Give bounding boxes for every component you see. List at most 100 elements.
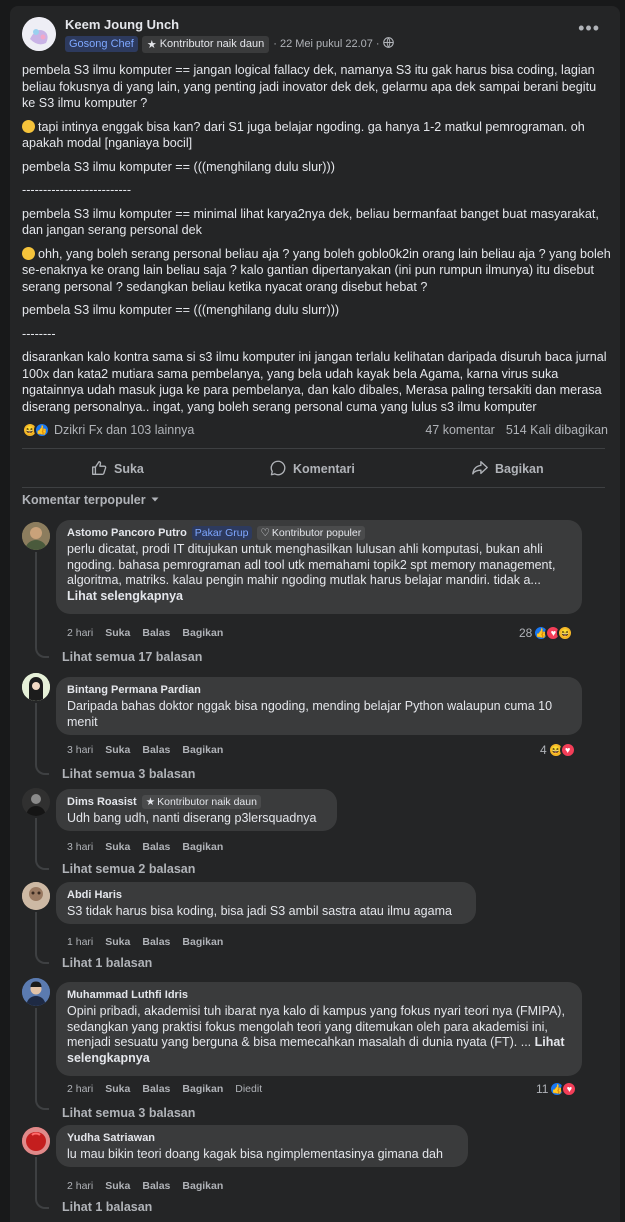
comments-count[interactable]: 47 komentar [425,423,494,437]
comment-time[interactable]: 2 hari [67,1180,93,1192]
comment-like-button[interactable]: Suka [105,744,130,756]
shares-count[interactable]: 514 Kali dibagikan [506,423,608,437]
comment-author-row: Dims Roasist ★ Kontributor naik daun [67,794,326,810]
thumbs-up-icon [90,459,108,480]
comment-author[interactable]: Abdi Haris [67,889,122,901]
comment-share-button[interactable]: Bagikan [182,1083,223,1095]
post-badges: Gosong Chef ★ Kontributor naik daun · 22… [65,35,394,53]
comment-reactions[interactable]: 11 👍 ♥ [536,1081,578,1097]
comment-time[interactable]: 2 hari [67,1083,93,1095]
see-more-link[interactable]: Lihat selengkapnya [67,589,183,603]
comment-reply-button[interactable]: Balas [142,936,170,948]
comment-author-row: Bintang Permana Pardian [67,682,571,698]
thread-line [35,703,49,775]
contributor-badge[interactable]: ★ Kontributor naik daun [141,35,270,53]
comment-share-button[interactable]: Bagikan [182,627,223,639]
comment-reply-button[interactable]: Balas [142,841,170,853]
thread-line [35,912,49,964]
contributor-badge[interactable]: ♡ Kontributor populer [256,526,366,540]
commenter-avatar[interactable] [22,673,50,701]
post-timestamp[interactable]: 22 Mei pukul 22.07 [280,38,373,50]
post-author-name[interactable]: Keem Joung Unch [65,17,179,32]
comment-author-row: Astomo Pancoro Putro Pakar Grup ♡ Kontri… [67,525,571,541]
comment-author[interactable]: Dims Roasist [67,796,137,808]
commenter-avatar[interactable] [22,1127,50,1155]
share-button[interactable]: Bagikan [471,457,544,481]
smile-emoji-icon [22,119,35,133]
comment-item: Muhammad Luthfi Idris Opini pribadi, aka… [10,974,620,1120]
group-role-badge[interactable]: Pakar Grup [191,526,252,540]
like-button[interactable]: Suka [90,457,144,481]
comment-share-button[interactable]: Bagikan [182,1180,223,1192]
contributor-badge[interactable]: ★ Kontributor naik daun [141,795,261,809]
post-meta: · 22 Mei pukul 22.07 · [273,37,394,51]
comment-time[interactable]: 3 hari [67,744,93,756]
comment-like-button[interactable]: Suka [105,1083,130,1095]
comment-share-button[interactable]: Bagikan [182,841,223,853]
view-replies-link[interactable]: Lihat 1 balasan [62,1200,152,1214]
comment-like-button[interactable]: Suka [105,841,130,853]
separator-dot: · [375,38,380,50]
commenter-avatar[interactable] [22,882,50,910]
comment-reply-button[interactable]: Balas [142,1180,170,1192]
comment-text: S3 tidak harus bisa koding, bisa jadi S3… [67,904,452,918]
comment-like-button[interactable]: Suka [105,936,130,948]
post-paragraph: disarankan kalo kontra sama si s3 ilmu k… [22,350,607,414]
view-replies-link[interactable]: Lihat semua 3 balasan [62,1106,195,1120]
commenter-avatar[interactable] [22,788,50,816]
comment-reactions[interactable]: 4 😆 ♥ [540,742,576,758]
reaction-icons[interactable]: 😆 👍 [22,422,50,438]
post-paragraph: -------------------------- [22,183,132,197]
post-paragraph: ohh, yang boleh serang personal beliau a… [22,246,611,294]
thread-line [35,552,49,658]
comment-share-button[interactable]: Bagikan [182,744,223,756]
comment-text: Opini pribadi, akademisi tuh ibarat nya … [67,1004,565,1065]
view-replies-link[interactable]: Lihat semua 17 balasan [62,650,202,664]
more-options-icon[interactable]: ••• [578,19,600,37]
comment-item: Yudha Satriawan lu mau bikin teori doang… [10,1124,620,1219]
post-card: Keem Joung Unch Gosong Chef ★ Kontributo… [10,6,620,1222]
group-role-badge[interactable]: Gosong Chef [65,36,138,52]
comment-author-row: Abdi Haris [67,887,465,903]
post-author-avatar[interactable] [22,17,56,51]
thread-line [35,1157,49,1209]
post-paragraph: pembela S3 ilmu komputer == (((menghilan… [22,303,340,317]
comment-button[interactable]: Komentari [269,457,355,481]
comment-reactions[interactable]: 28 👍 ♥ 😆 [519,625,574,641]
post-paragraph: -------- [22,326,56,341]
caret-down-icon [150,493,160,507]
comment-time[interactable]: 1 hari [67,936,93,948]
comment-reply-button[interactable]: Balas [142,627,170,639]
comment-bubble: Yudha Satriawan lu mau bikin teori doang… [56,1125,468,1167]
comment-time[interactable]: 3 hari [67,841,93,853]
share-button-label: Bagikan [495,462,544,476]
comment-author[interactable]: Muhammad Luthfi Idris [67,989,188,1001]
commenter-avatar[interactable] [22,978,50,1006]
comment-actions: 1 hari Suka Balas Bagikan [67,936,223,948]
comment-button-label: Komentari [293,462,355,476]
reactions-text[interactable]: Dzikri Fx dan 103 lainnya [54,423,194,437]
comment-text: Daripada bahas doktor nggak bisa ngoding… [67,699,553,729]
view-replies-link[interactable]: Lihat semua 3 balasan [62,767,195,781]
comment-share-button[interactable]: Bagikan [182,936,223,948]
comment-like-button[interactable]: Suka [105,627,130,639]
comment-author[interactable]: Bintang Permana Pardian [67,684,201,696]
comment-sort-dropdown[interactable]: Komentar terpopuler [22,493,160,507]
view-replies-link[interactable]: Lihat semua 2 balasan [62,862,195,876]
comment-actions: 3 hari Suka Balas Bagikan [67,841,223,853]
comment-time[interactable]: 2 hari [67,627,93,639]
comment-author-row: Muhammad Luthfi Idris [67,987,571,1003]
comment-reply-button[interactable]: Balas [142,744,170,756]
comment-author[interactable]: Yudha Satriawan [67,1132,155,1144]
comment-like-button[interactable]: Suka [105,1180,130,1192]
comment-author[interactable]: Astomo Pancoro Putro [67,527,187,539]
contributor-badge-label: Kontributor populer [271,527,362,539]
view-replies-link[interactable]: Lihat 1 balasan [62,956,152,970]
commenter-avatar[interactable] [22,522,50,550]
comment-reply-button[interactable]: Balas [142,1083,170,1095]
comment-bubble: Abdi Haris S3 tidak harus bisa koding, b… [56,882,476,924]
thread-line [35,818,49,870]
comment-react-count: 28 [519,626,533,640]
post-paragraph: pembela S3 ilmu komputer == jangan logic… [22,63,597,110]
thread-line [35,1008,49,1110]
